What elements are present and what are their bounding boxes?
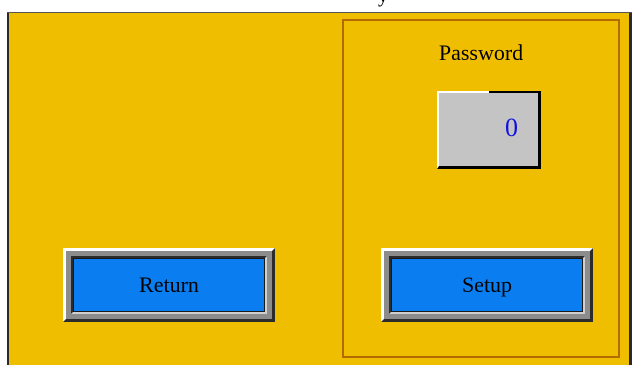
- setup-button[interactable]: Setup: [381, 248, 593, 322]
- return-button[interactable]: Return: [63, 248, 275, 322]
- left-border: [7, 12, 9, 365]
- title-bar: y: [0, 0, 632, 12]
- setup-button-label: Setup: [461, 272, 513, 297]
- top-border: [7, 12, 632, 13]
- password-field[interactable]: 0: [437, 91, 541, 169]
- return-button-face[interactable]: Return: [73, 258, 265, 312]
- hmi-screen: y Password 0 Return Setup: [0, 0, 632, 365]
- password-value: 0: [505, 113, 518, 142]
- left-margin: [0, 12, 7, 365]
- title-text: y: [378, 0, 388, 6]
- return-button-label: Return: [139, 272, 199, 297]
- password-label: Password: [438, 40, 524, 65]
- setup-button-face[interactable]: Setup: [391, 258, 583, 312]
- field-shadow: [489, 91, 541, 93]
